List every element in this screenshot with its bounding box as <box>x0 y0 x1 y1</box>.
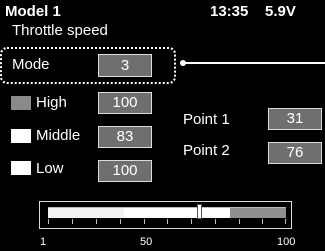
range-tick <box>72 219 73 224</box>
high-value-field[interactable]: 100 <box>98 92 152 114</box>
mode-value-field[interactable]: 3 <box>98 54 152 77</box>
range-axis-min: 1 <box>40 236 47 248</box>
low-label: Low <box>36 160 64 177</box>
high-range-segment <box>230 208 286 218</box>
range-tick <box>215 219 216 224</box>
throttle-range-bar <box>39 201 292 229</box>
range-tick <box>262 219 263 224</box>
middle-range-segment <box>124 208 230 218</box>
model-name: Model 1 <box>5 3 61 20</box>
range-tick <box>120 219 121 224</box>
mode-label: Mode <box>12 56 50 73</box>
point2-label: Point 2 <box>183 142 230 159</box>
high-swatch <box>11 96 31 110</box>
low-swatch <box>11 161 31 175</box>
middle-swatch <box>11 129 31 143</box>
range-tick <box>48 219 49 224</box>
high-label: High <box>36 94 67 111</box>
clock-time: 13:35 <box>210 3 249 20</box>
throttle-speed-screen: Model 1 13:35 5.9V Throttle speed Mode 3… <box>0 0 325 251</box>
middle-value-field[interactable]: 83 <box>98 126 152 148</box>
middle-label: Middle <box>36 127 81 144</box>
current-position-marker <box>197 204 202 219</box>
callout-line <box>184 62 325 64</box>
point2-value-field[interactable]: 76 <box>268 142 322 164</box>
range-axis-mid: 50 <box>140 236 153 248</box>
battery-voltage: 5.9V <box>265 3 296 20</box>
range-tick <box>239 219 240 224</box>
range-axis-max: 100 <box>277 236 296 248</box>
range-tick <box>144 219 145 224</box>
range-tick <box>96 219 97 224</box>
range-tick <box>285 219 286 224</box>
point1-value-field[interactable]: 31 <box>268 108 322 130</box>
range-track-line <box>48 207 286 208</box>
point1-label: Point 1 <box>183 111 230 128</box>
range-tick <box>167 219 168 224</box>
range-tick <box>191 219 192 224</box>
low-range-segment <box>48 208 124 218</box>
screen-title: Throttle speed <box>12 22 108 39</box>
low-value-field[interactable]: 100 <box>98 160 152 182</box>
